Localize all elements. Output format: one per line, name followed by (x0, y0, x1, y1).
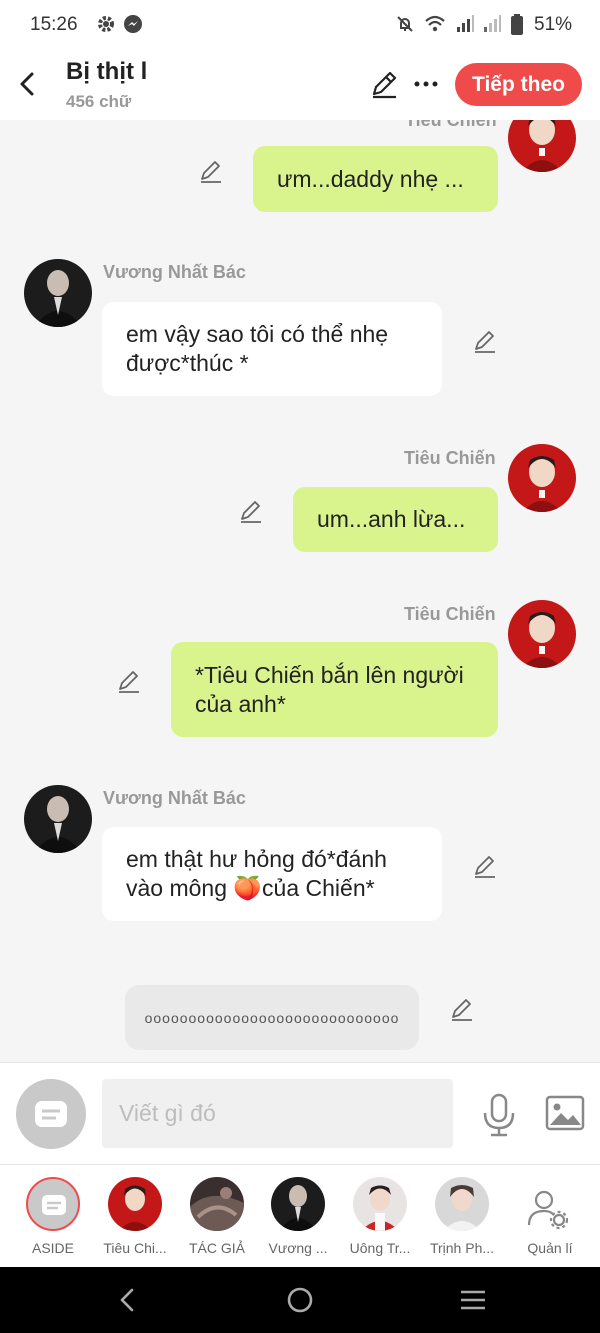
battery-percent: 51% (534, 14, 573, 35)
mic-icon[interactable] (480, 1093, 518, 1137)
sender-name: Vương Nhất Bác (103, 788, 246, 808)
next-button[interactable]: Tiếp theo (455, 63, 582, 106)
status-time: 15:26 (30, 14, 78, 35)
system-nav-bar (0, 1267, 600, 1333)
status-bar: 15:26 51% (0, 0, 600, 52)
signal-icon (457, 15, 474, 32)
edit-message-icon[interactable] (198, 158, 224, 184)
character-bar: ASIDE Tiêu Chi... TÁC GIẢ Vương ... Uông… (0, 1164, 600, 1267)
sender-name: Tiêu Chiến (404, 604, 496, 624)
messenger-icon (124, 15, 142, 33)
message-input[interactable] (102, 1079, 453, 1148)
character-label: Tiêu Chi... (103, 1240, 167, 1256)
nav-menu-icon[interactable] (457, 1284, 489, 1316)
character-avatar (271, 1177, 325, 1231)
app-header: Bị thịt l 456 chữ Tiếp theo (0, 52, 600, 120)
sender-name: Tiêu Chiến (404, 448, 496, 468)
avatar[interactable] (24, 259, 92, 327)
edit-message-icon[interactable] (449, 996, 475, 1022)
character-uong-tr[interactable]: Uông Tr... (340, 1177, 420, 1262)
back-icon[interactable] (10, 66, 46, 102)
message-text: em vậy sao tôi có thể nhẹ được*thúc * (126, 321, 389, 376)
character-label: Uông Tr... (349, 1240, 411, 1256)
chat-bubble-icon (42, 1195, 66, 1215)
character-avatar (108, 1177, 162, 1231)
note-text: ooooooooooooooooooooooooooooo (144, 1009, 400, 1026)
character-label: Quản lí (527, 1240, 573, 1256)
character-vuong-nhat-bac[interactable]: Vương ... (258, 1177, 338, 1262)
character-label: ASIDE (31, 1240, 74, 1256)
message-bubble[interactable]: em thật hư hỏng đó*đánh vào mông 🍑của Ch… (102, 827, 442, 921)
character-label: Vương ... (268, 1240, 328, 1256)
battery-icon (511, 14, 523, 35)
aside-note-bubble[interactable]: ooooooooooooooooooooooooooooo (125, 985, 419, 1050)
message-text: ưm...daddy nhẹ ... (277, 165, 464, 192)
signal-weak-icon (484, 15, 501, 32)
image-icon[interactable] (545, 1095, 585, 1131)
chat-bubble-icon (35, 1101, 67, 1127)
avatar[interactable] (508, 600, 576, 668)
character-tieu-chien[interactable]: Tiêu Chi... (95, 1177, 175, 1262)
message-bubble[interactable]: em vậy sao tôi có thể nhẹ được*thúc * (102, 302, 442, 396)
sender-name: Vương Nhất Bác (103, 262, 246, 282)
avatar[interactable] (508, 120, 576, 172)
manage-characters-button[interactable]: Quản lí (510, 1177, 590, 1262)
settings-user-icon (527, 1190, 569, 1230)
message-bubble[interactable]: um...anh lừa... (293, 487, 498, 552)
edit-message-icon[interactable] (472, 328, 498, 354)
aside-avatar (26, 1177, 80, 1231)
edit-message-icon[interactable] (238, 498, 264, 524)
message-text: em thật hư hỏng đó*đánh vào mông 🍑của Ch… (126, 846, 387, 901)
nav-back-icon[interactable] (112, 1284, 144, 1316)
character-trinh-ph[interactable]: Trịnh Ph... (422, 1177, 502, 1262)
message-bubble[interactable]: *Tiêu Chiến bắn lên người của anh* (171, 642, 498, 737)
message-text: *Tiêu Chiến bắn lên người của anh* (195, 661, 464, 717)
story-title: Bị thịt l (66, 58, 148, 85)
avatar[interactable] (24, 785, 92, 853)
character-tac-gia[interactable]: TÁC GIẢ (177, 1177, 257, 1262)
edit-message-icon[interactable] (116, 668, 142, 694)
character-label: TÁC GIẢ (188, 1240, 245, 1256)
composer-bar (0, 1062, 600, 1164)
word-count: 456 chữ (66, 92, 132, 111)
sender-name: Tiêu Chiến (405, 120, 497, 130)
edit-message-icon[interactable] (472, 853, 498, 879)
pencil-icon[interactable] (368, 68, 400, 100)
more-icon[interactable] (410, 68, 442, 100)
nav-home-icon[interactable] (284, 1284, 316, 1316)
settings-icon (98, 16, 114, 32)
message-bubble[interactable]: ưm...daddy nhẹ ... (253, 146, 498, 212)
wifi-icon (425, 15, 445, 32)
character-aside[interactable]: ASIDE (13, 1177, 93, 1262)
character-label: Trịnh Ph... (429, 1240, 495, 1256)
avatar[interactable] (508, 444, 576, 512)
peach-emoji: 🍑 (233, 875, 263, 901)
character-avatar (435, 1177, 489, 1231)
message-text: um...anh lừa... (317, 506, 466, 532)
aside-toggle-button[interactable] (16, 1079, 86, 1149)
chat-area[interactable]: Tiêu Chiến ưm...daddy nhẹ ... Vương Nhất… (0, 120, 600, 1062)
character-avatar (353, 1177, 407, 1231)
mute-icon (397, 16, 413, 32)
character-avatar (190, 1177, 244, 1231)
